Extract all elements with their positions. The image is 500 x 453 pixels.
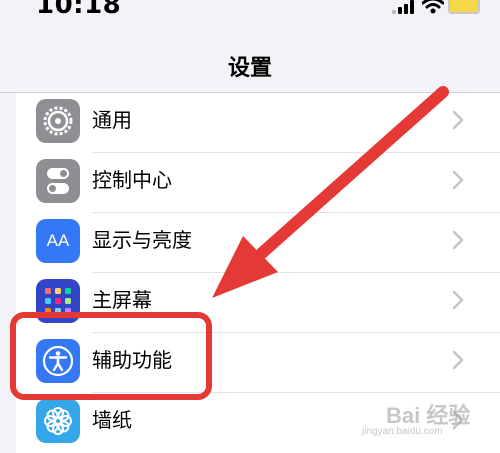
- chevron-right-icon: [452, 230, 464, 250]
- text-size-aa-icon: AA: [36, 219, 80, 263]
- chevron-right-icon: [452, 110, 464, 130]
- settings-item-display-brightness[interactable]: AA 显示与亮度: [16, 213, 500, 273]
- chevron-right-icon: [452, 170, 464, 190]
- settings-item-label: 显示与亮度: [92, 228, 192, 252]
- chevron-right-icon: [452, 350, 464, 370]
- settings-item-label: 主屏幕: [92, 288, 152, 312]
- settings-item-label: 控制中心: [92, 168, 172, 192]
- gear-icon: [36, 99, 80, 143]
- settings-item-label: 墙纸: [92, 408, 132, 432]
- status-time: 10:18: [36, 0, 122, 20]
- wifi-icon: [422, 0, 444, 14]
- cellular-signal-icon: [392, 0, 418, 14]
- battery-icon: [448, 0, 480, 14]
- flower-icon: [36, 399, 80, 443]
- highlight-box: [10, 312, 212, 400]
- settings-item-control-center[interactable]: 控制中心: [16, 153, 500, 213]
- page-title: 设置: [227, 56, 272, 81]
- status-bar: 10:18: [0, 0, 500, 26]
- chevron-right-icon: [452, 290, 464, 310]
- watermark: Bai 经验 jingyan.baidu.com: [360, 388, 490, 448]
- watermark-sub: jingyan.baidu.com: [362, 426, 443, 437]
- settings-item-general[interactable]: 通用: [16, 93, 500, 153]
- settings-item-label: 通用: [92, 108, 132, 132]
- toggle-switches-icon: [36, 159, 80, 203]
